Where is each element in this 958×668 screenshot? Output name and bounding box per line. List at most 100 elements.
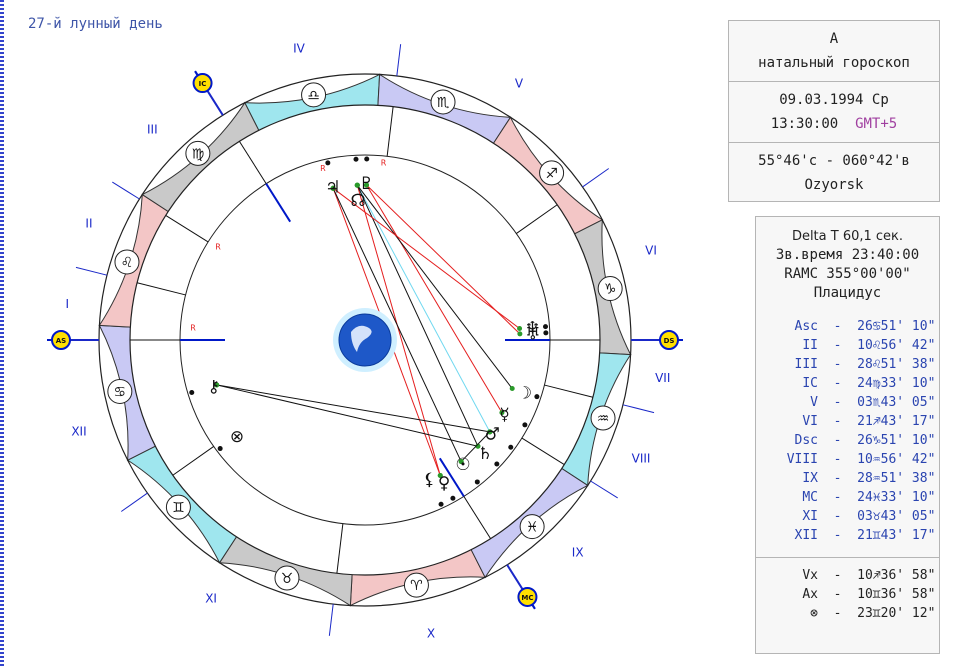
sign-glyph: ♑ bbox=[604, 282, 617, 298]
house-cusp-tick bbox=[112, 181, 140, 200]
house-cusp-label: IX bbox=[802, 471, 818, 486]
house-cusp-row: MC - 24♓33' 10" bbox=[756, 488, 939, 507]
house-cusp-label: XI bbox=[802, 509, 818, 524]
planet-chiron-glyph[interactable]: ⚷ bbox=[208, 377, 220, 397]
house-numeral: XII bbox=[71, 425, 86, 439]
angle-label: ⊗ bbox=[810, 606, 818, 621]
house-numeral: XI bbox=[205, 592, 217, 606]
house-numeral: X bbox=[427, 627, 435, 641]
sign-glyph: ♎ bbox=[307, 88, 320, 104]
aspect-node bbox=[509, 386, 515, 392]
house-cusp-value: 03♏43' 05" bbox=[857, 395, 936, 410]
house-cusp-label: V bbox=[810, 395, 818, 410]
angle-badge-label: MC bbox=[521, 594, 533, 602]
house-cusp-row: IX - 28♒51' 38" bbox=[756, 469, 939, 488]
angle-badge-label: IC bbox=[199, 80, 207, 88]
planet-dot bbox=[508, 444, 514, 450]
angle-value: 10♐36' 58" bbox=[857, 568, 936, 583]
house-cusp-tick bbox=[582, 168, 610, 188]
angle-value: 10♊36' 58" bbox=[857, 587, 936, 602]
house-cusp-value: 21♊43' 17" bbox=[857, 528, 936, 543]
planet-dot bbox=[543, 330, 549, 336]
house-cusp-row: VI - 21♐43' 17" bbox=[756, 412, 939, 431]
house-numeral: III bbox=[147, 122, 158, 136]
planet-dot bbox=[534, 394, 540, 400]
house-cusp-value: 28♌51' 38" bbox=[857, 357, 936, 372]
house-cusp-value: 26♋51' 10" bbox=[857, 319, 936, 334]
place-name: Ozyorsk bbox=[804, 177, 864, 193]
house-cusp-label: II bbox=[802, 338, 818, 353]
house-cusp-row: Asc - 26♋51' 10" bbox=[756, 317, 939, 336]
angle-badge-label: DS bbox=[664, 337, 675, 345]
house-numeral: V bbox=[515, 76, 524, 90]
sign-glyph: ♒ bbox=[597, 411, 610, 427]
planet-dot bbox=[543, 324, 549, 330]
sign-glyph: ♌ bbox=[121, 255, 134, 271]
planet-dot bbox=[364, 156, 370, 162]
planet-dot bbox=[189, 389, 195, 395]
house-cusp-row: XII - 21♊43' 17" bbox=[756, 526, 939, 545]
planet-saturn-glyph[interactable]: ♄ bbox=[478, 444, 493, 464]
planet-moon-glyph[interactable]: ☽ bbox=[517, 384, 532, 404]
planet-fortune-glyph[interactable]: ⊗ bbox=[230, 427, 244, 447]
house-cusp-value: 10♌56' 42" bbox=[857, 338, 936, 353]
retrograde-mark: R bbox=[320, 164, 326, 173]
planet-dot bbox=[450, 495, 456, 501]
planet-jupiter-glyph[interactable]: ♃ bbox=[325, 177, 340, 197]
delta-t: Delta T 60,1 сек. bbox=[791, 229, 904, 244]
sign-glyph: ♉ bbox=[281, 571, 294, 587]
sign-glyph: ♏ bbox=[437, 95, 450, 111]
sign-glyph: ♓ bbox=[526, 520, 539, 536]
planet-mercury-glyph[interactable]: ☿ bbox=[499, 405, 509, 425]
house-cusp-row: IC - 24♍33' 10" bbox=[756, 374, 939, 393]
aspect-node bbox=[517, 331, 523, 337]
house-cusp-row: VIII - 10♒56' 42" bbox=[756, 450, 939, 469]
sign-glyph: ♍ bbox=[192, 146, 205, 162]
retrograde-mark: R bbox=[381, 159, 387, 168]
coordinates: 55°46'с - 060°42'в bbox=[758, 153, 910, 169]
birth-time: 13:30:00 bbox=[770, 116, 839, 132]
sidereal-time: Зв.время 23:40:00 bbox=[775, 247, 920, 263]
house-numeral: VIII bbox=[632, 451, 651, 465]
house-cusp-label: III bbox=[794, 357, 818, 372]
retrograde-mark: R bbox=[215, 242, 221, 251]
angle-label: Vx bbox=[802, 568, 818, 583]
sign-glyph: ♋ bbox=[114, 384, 127, 400]
house-cusp-label: IC bbox=[802, 376, 818, 391]
sign-glyph: ♈ bbox=[410, 578, 423, 594]
sign-glyph: ♊ bbox=[172, 500, 185, 516]
house-cusp-row: III - 28♌51' 38" bbox=[756, 355, 939, 374]
house-cusp-tick bbox=[622, 404, 655, 414]
house-cusp-label: Asc bbox=[794, 319, 818, 334]
planet-venus-glyph[interactable]: ♀ bbox=[438, 473, 450, 493]
house-cusp-value: 28♒51' 38" bbox=[857, 471, 936, 486]
house-cusp-value: 10♒56' 42" bbox=[857, 452, 936, 467]
planet-dot bbox=[494, 461, 500, 467]
retrograde-mark: R bbox=[190, 323, 196, 332]
planet-neptune-glyph[interactable]: ♆ bbox=[525, 319, 540, 339]
house-cusp-value: 24♍33' 10" bbox=[857, 376, 936, 391]
house-cusp-row: II - 10♌56' 42" bbox=[756, 336, 939, 355]
planet-dot bbox=[325, 160, 331, 166]
house-cusp-value: 24♓33' 10" bbox=[857, 490, 936, 505]
gmt-offset: GMT+5 bbox=[855, 116, 898, 132]
house-cusp-label: Dsc bbox=[794, 433, 818, 448]
planet-lilith-glyph[interactable]: ⚸ bbox=[423, 470, 435, 490]
house-cusp-tick bbox=[120, 492, 148, 512]
planet-node-glyph[interactable]: ☊ bbox=[350, 191, 365, 211]
house-cusp-value: 26♑51' 10" bbox=[857, 433, 936, 448]
houses-panel: Delta T 60,1 сек. Зв.время 23:40:00 RAMC… bbox=[755, 216, 940, 654]
house-cusp-label: VIII bbox=[786, 452, 818, 467]
house-numeral: VI bbox=[645, 243, 657, 257]
house-system: Плацидус bbox=[813, 285, 882, 301]
house-cusp-row: V - 03♏43' 05" bbox=[756, 393, 939, 412]
globe-icon bbox=[338, 313, 392, 367]
planet-mars-glyph[interactable]: ♂ bbox=[485, 425, 500, 445]
planet-dot bbox=[217, 446, 223, 452]
house-cusp-row: Dsc - 26♑51' 10" bbox=[756, 431, 939, 450]
house-numeral: VII bbox=[655, 371, 670, 385]
planet-sun-glyph[interactable]: ☉ bbox=[455, 455, 470, 475]
planet-dot bbox=[438, 501, 444, 507]
birth-date: 09.03.1994 Ср bbox=[779, 92, 889, 108]
angle-row: Vx - 10♐36' 58" bbox=[756, 566, 939, 585]
